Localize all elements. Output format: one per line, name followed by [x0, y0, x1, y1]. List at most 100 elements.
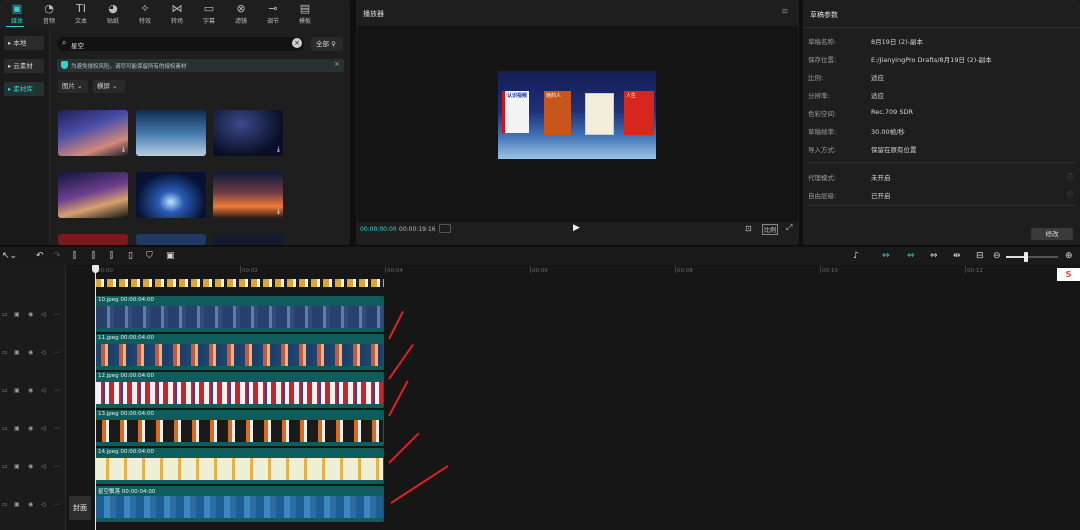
track-placeholder-icon[interactable]: ▭: [2, 425, 8, 432]
auto-snap-icon[interactable]: ⇔: [907, 251, 915, 261]
media-thumbnail[interactable]: ⤓: [213, 172, 283, 218]
close-notice-icon[interactable]: ×: [334, 60, 340, 68]
player-menu-icon[interactable]: ≡: [781, 7, 789, 17]
media-thumbnail[interactable]: [213, 234, 283, 245]
timeline-clip[interactable]: 14.jpeg 00:00:04:00: [95, 448, 384, 484]
sidebar-item-local[interactable]: ▸ 本地: [4, 36, 44, 50]
zoom-slider-handle[interactable]: [1024, 252, 1028, 262]
select-tool-icon[interactable]: ↖⌄: [2, 251, 17, 261]
timeline-clip[interactable]: 13.jpeg 00:00:04:00: [95, 410, 384, 446]
redo-icon[interactable]: ↷: [53, 251, 61, 261]
split-right-icon[interactable]: ⫿: [110, 251, 113, 261]
lock-icon[interactable]: ▣: [14, 311, 20, 318]
tab-filter[interactable]: ⊗ 滤镜: [224, 3, 258, 26]
tab-effects[interactable]: ✧ 特效: [128, 3, 162, 26]
download-icon[interactable]: ⤓: [122, 145, 125, 154]
tab-text[interactable]: TI 文本: [64, 3, 98, 26]
search-box[interactable]: [57, 37, 304, 51]
tab-transition[interactable]: ⋈ 转场: [160, 3, 194, 26]
eye-icon[interactable]: ◉: [28, 349, 33, 356]
timeline-clip[interactable]: 星空飘落 00:00:04:00: [95, 486, 384, 522]
zoom-out-icon[interactable]: ⊖: [993, 251, 1001, 261]
filter-all-button[interactable]: 全部 ⚲: [311, 37, 343, 51]
volume-icon[interactable]: ◁: [41, 311, 46, 318]
fit-screen-icon[interactable]: ⊡: [745, 224, 752, 233]
sidebar-item-library[interactable]: ▸ 素材库: [4, 82, 44, 96]
volume-icon[interactable]: ◁: [41, 425, 46, 432]
media-thumbnail[interactable]: [136, 234, 206, 245]
more-icon[interactable]: ⋯: [54, 387, 60, 394]
zoom-fit-icon[interactable]: ⊟: [976, 251, 984, 261]
edit-draft-button[interactable]: 修改: [1031, 228, 1073, 240]
media-thumbnail[interactable]: [58, 172, 128, 218]
timecode-icon[interactable]: [439, 224, 451, 233]
playhead-handle[interactable]: [92, 265, 99, 273]
eye-icon[interactable]: ◉: [28, 501, 33, 508]
lock-icon[interactable]: ▣: [14, 349, 20, 356]
lock-icon[interactable]: ▣: [14, 501, 20, 508]
lock-icon[interactable]: ▣: [14, 387, 20, 394]
microphone-icon[interactable]: ♪: [853, 251, 859, 261]
volume-icon[interactable]: ◁: [41, 463, 46, 470]
mask-icon[interactable]: ⛉: [146, 251, 153, 261]
type-dropdown[interactable]: 图片 ⌄: [58, 80, 88, 93]
fullscreen-icon[interactable]: ⤢: [786, 223, 792, 233]
search-input[interactable]: 星空: [71, 40, 84, 50]
help-icon[interactable]: ⓘ: [1067, 172, 1073, 181]
main-track-magnet-icon[interactable]: ⇔: [882, 251, 890, 261]
track-placeholder-icon[interactable]: ▭: [2, 501, 8, 508]
media-thumbnail[interactable]: ⤓: [58, 110, 128, 156]
media-thumbnail[interactable]: [58, 234, 128, 245]
media-thumbnail[interactable]: [136, 172, 206, 218]
download-icon[interactable]: ⤓: [277, 207, 280, 216]
track-placeholder-icon[interactable]: ▭: [2, 463, 8, 470]
volume-icon[interactable]: ◁: [41, 349, 46, 356]
volume-icon[interactable]: ◁: [41, 387, 46, 394]
tab-sticker[interactable]: ◕ 贴纸: [96, 3, 130, 26]
tab-adjust[interactable]: ⊸ 调节: [256, 3, 290, 26]
crop-icon[interactable]: ▣: [166, 251, 175, 261]
more-icon[interactable]: ⋯: [54, 425, 60, 432]
playhead[interactable]: [95, 266, 96, 530]
track-placeholder-icon[interactable]: ▭: [2, 387, 8, 394]
timeline-clip[interactable]: 12.jpeg 00:00:04:00: [95, 372, 384, 408]
timeline-clip[interactable]: 10.jpeg 00:00:04:00: [95, 296, 384, 332]
media-thumbnail[interactable]: ⤓: [213, 110, 283, 156]
lock-icon[interactable]: ▣: [14, 463, 20, 470]
split-icon[interactable]: ⫿: [73, 251, 76, 261]
delete-icon[interactable]: ▯: [128, 251, 133, 261]
track-placeholder-icon[interactable]: ▭: [2, 311, 8, 318]
more-icon[interactable]: ⋯: [54, 311, 60, 318]
clear-search-icon[interactable]: ×: [292, 38, 302, 48]
tab-template[interactable]: ▤ 模板: [288, 3, 322, 26]
timeline-clip[interactable]: 11.jpeg 00:00:04:00: [95, 334, 384, 370]
preview-axis-icon[interactable]: ⇹: [953, 251, 961, 261]
media-thumbnail[interactable]: [136, 110, 206, 156]
volume-icon[interactable]: ◁: [41, 501, 46, 508]
link-icon[interactable]: ⇔: [930, 251, 938, 261]
track-placeholder-icon[interactable]: ▭: [2, 349, 8, 356]
cover-button[interactable]: 封面: [69, 496, 91, 520]
download-icon[interactable]: ⤓: [277, 145, 280, 154]
more-icon[interactable]: ⋯: [54, 349, 60, 356]
more-icon[interactable]: ⋯: [54, 501, 60, 508]
eye-icon[interactable]: ◉: [28, 387, 33, 394]
tab-media[interactable]: ▣ 媒体: [0, 3, 34, 26]
eye-icon[interactable]: ◉: [28, 311, 33, 318]
eye-icon[interactable]: ◉: [28, 463, 33, 470]
eye-icon[interactable]: ◉: [28, 425, 33, 432]
zoom-in-icon[interactable]: ⊕: [1065, 251, 1073, 261]
more-icon[interactable]: ⋯: [54, 463, 60, 470]
help-icon[interactable]: ⓘ: [1067, 190, 1073, 199]
split-left-icon[interactable]: ⫿: [92, 251, 95, 261]
clip-thumbnail-strip: [96, 306, 383, 328]
tab-audio[interactable]: ◔ 音频: [32, 3, 66, 26]
ratio-button[interactable]: 比例: [762, 224, 779, 235]
ruler-tick: [820, 266, 821, 273]
orientation-dropdown[interactable]: 横屏 ⌄: [93, 80, 125, 93]
lock-icon[interactable]: ▣: [14, 425, 20, 432]
sidebar-item-cloud[interactable]: ▸ 云素材: [4, 59, 44, 73]
undo-icon[interactable]: ↶: [36, 251, 44, 261]
tab-subtitle[interactable]: ▭ 字幕: [192, 3, 226, 26]
play-icon[interactable]: ▶: [573, 223, 580, 233]
